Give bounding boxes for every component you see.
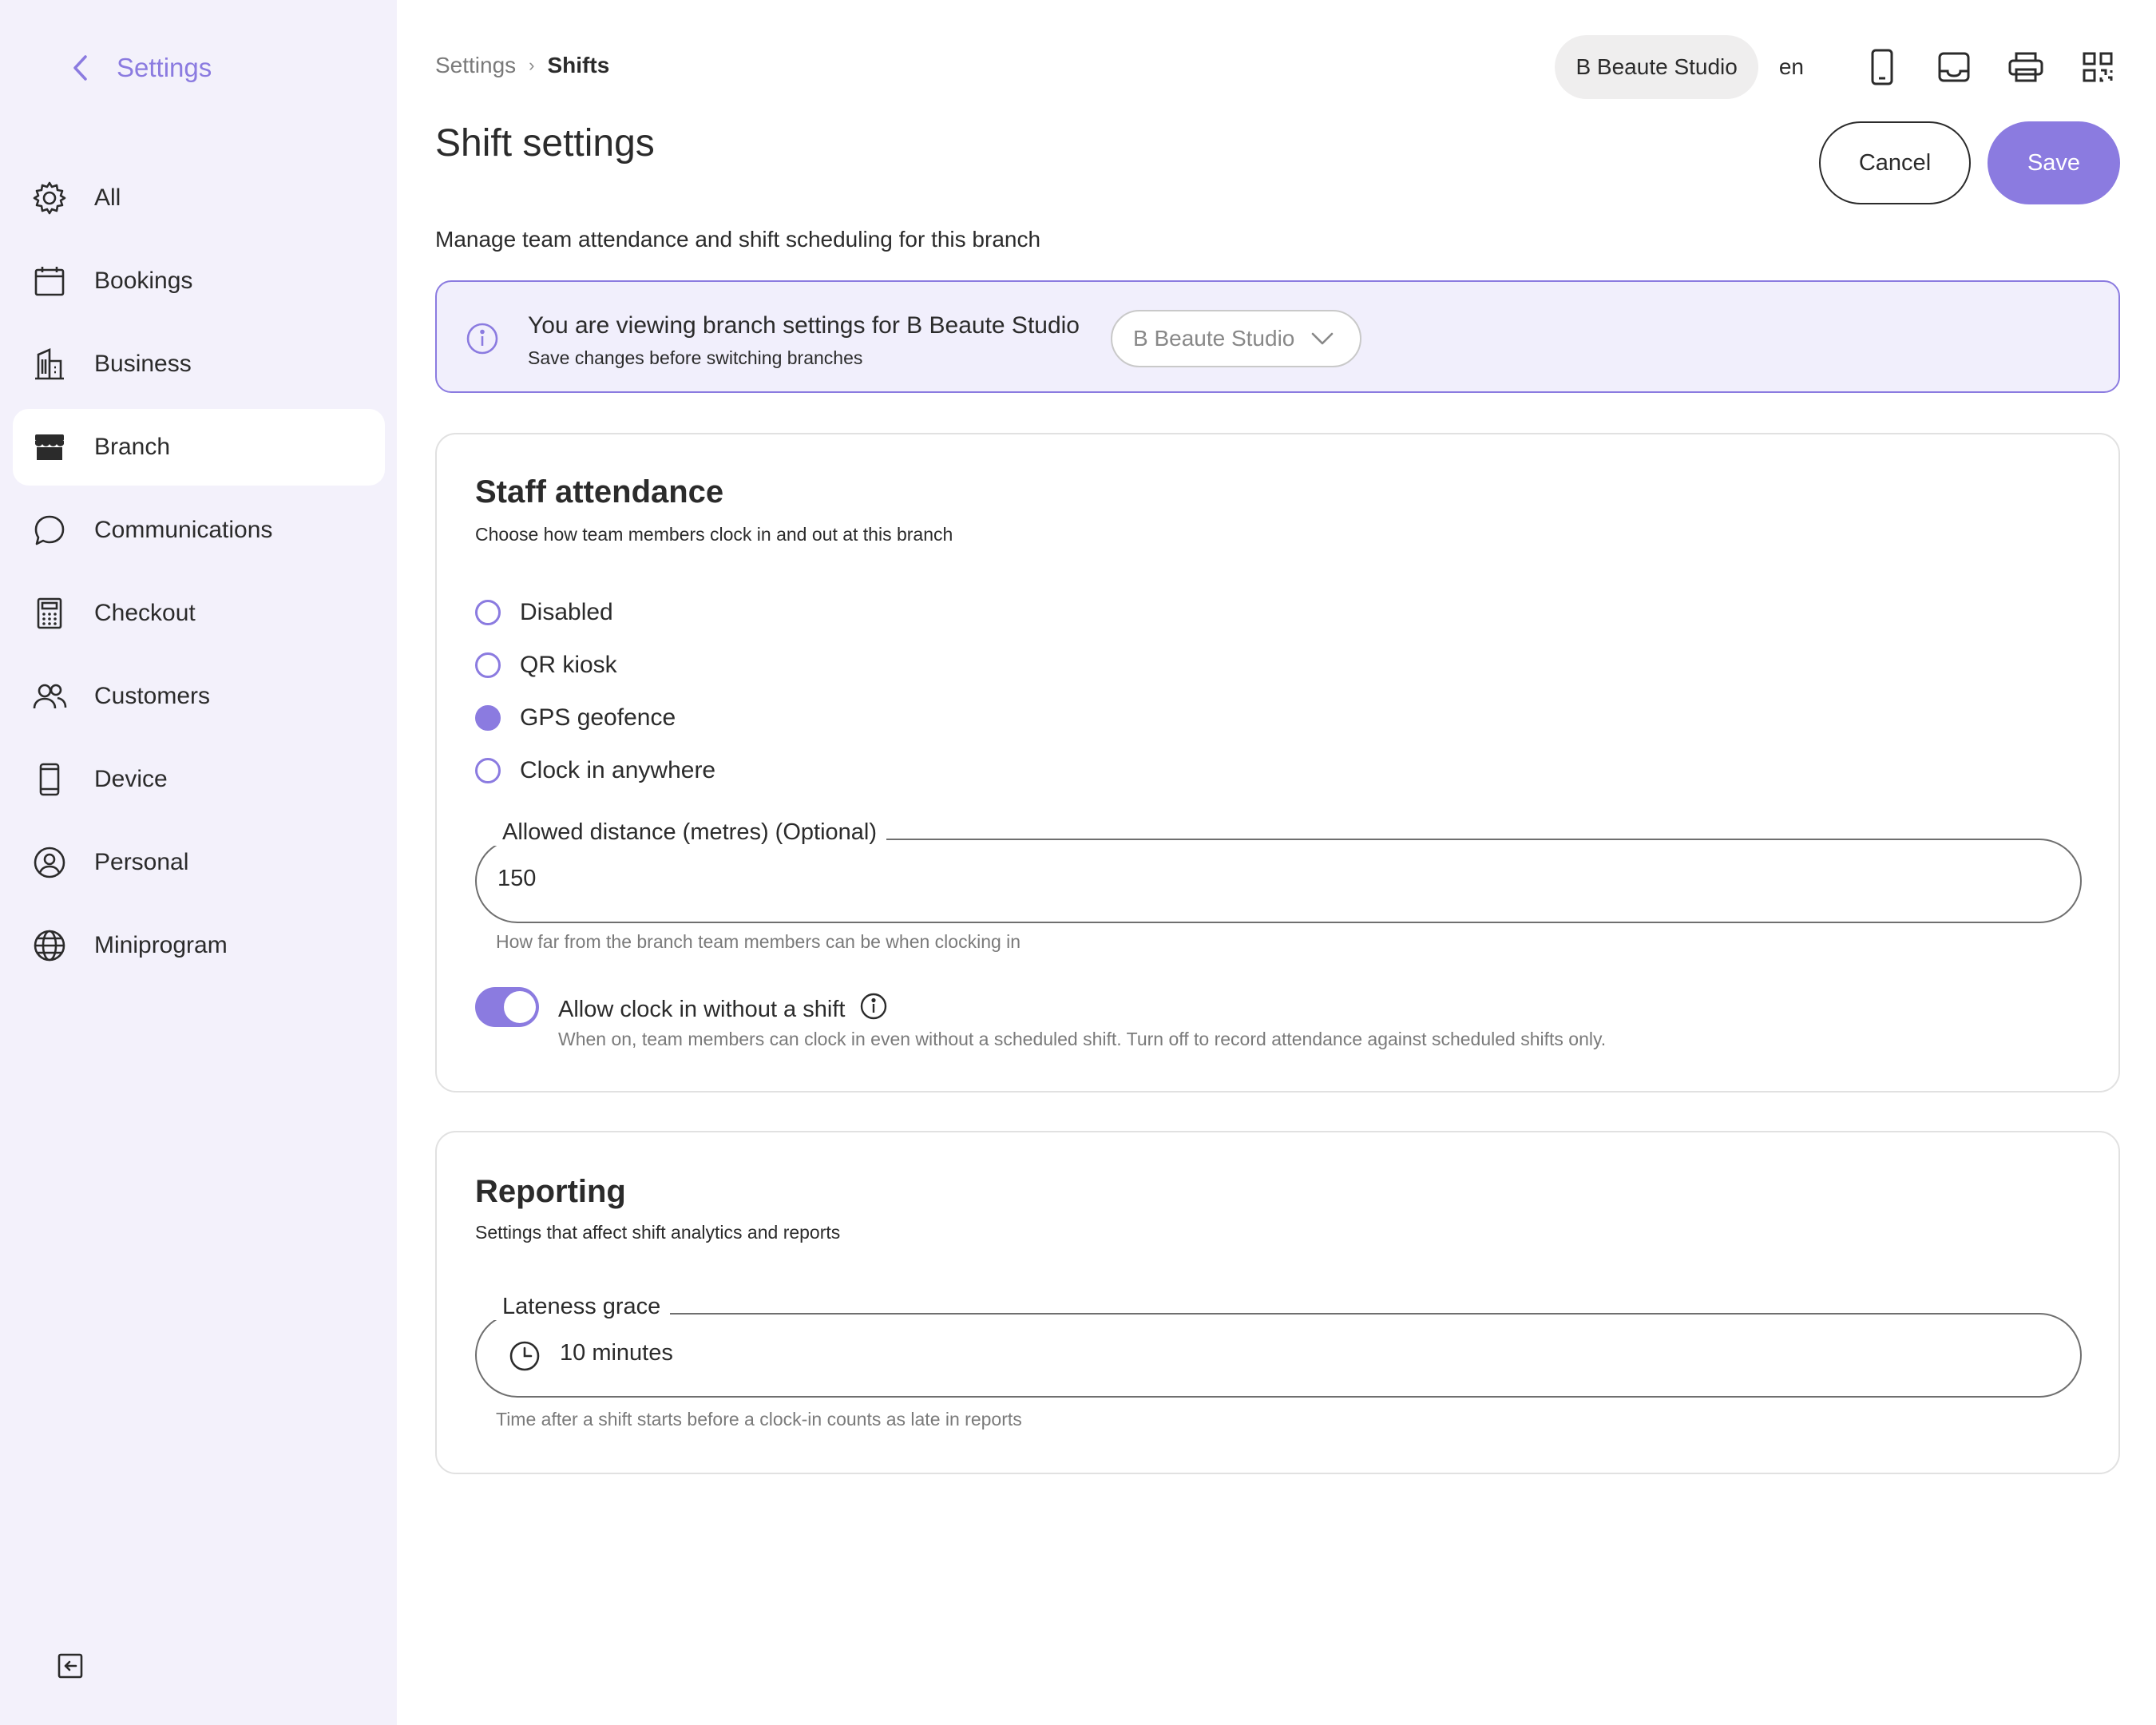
- chevron-left-icon: [65, 52, 97, 84]
- radio-label: Disabled: [520, 599, 613, 625]
- sidebar-item-miniprogram[interactable]: Miniprogram: [13, 907, 385, 984]
- allowed-distance-input[interactable]: 150: [497, 866, 536, 892]
- sidebar-item-label: Personal: [94, 849, 189, 875]
- calendar-icon: [32, 264, 67, 299]
- sidebar-item-label: Branch: [94, 434, 171, 460]
- chevron-down-icon: [1310, 326, 1334, 351]
- lateness-grace-value: 10 minutes: [560, 1340, 673, 1366]
- breadcrumb-current: Shifts: [547, 53, 610, 77]
- calculator-icon: [32, 596, 67, 631]
- mobile-icon[interactable]: [1860, 45, 1904, 89]
- radio-button[interactable]: [475, 600, 501, 625]
- toggle-helper-text: When on, team members can clock in even …: [558, 1029, 1607, 1049]
- sidebar-item-label: All: [94, 184, 121, 211]
- user-circle-icon: [32, 845, 67, 880]
- settings-back-button[interactable]: Settings: [26, 34, 257, 102]
- clock-icon: [509, 1340, 541, 1372]
- sidebar-item-device[interactable]: Device: [13, 741, 385, 818]
- info-icon: [466, 322, 499, 355]
- toggle-knob: [504, 991, 536, 1023]
- sidebar-item-label: Customers: [94, 683, 211, 709]
- radio-option-disabled[interactable]: Disabled: [475, 599, 613, 626]
- sidebar-item-bookings[interactable]: Bookings: [13, 243, 385, 319]
- allow-clock-in-toggle[interactable]: [475, 987, 539, 1027]
- card-subtitle: Settings that affect shift analytics and…: [475, 1222, 841, 1243]
- radio-label: GPS geofence: [520, 704, 676, 731]
- radio-button[interactable]: [475, 652, 501, 678]
- banner-hint: Save changes before switching branches: [528, 347, 863, 368]
- card-subtitle: Choose how team members clock in and out…: [475, 524, 953, 545]
- staff-attendance-card: Staff attendance Choose how team members…: [435, 433, 2120, 1092]
- sidebar-item-label: Bookings: [94, 268, 193, 294]
- allowed-distance-field[interactable]: Allowed distance (metres) (Optional) 150: [475, 819, 2082, 923]
- building-icon: [32, 347, 67, 382]
- reporting-card: Reporting Settings that affect shift ana…: [435, 1131, 2120, 1474]
- sidebar-item-checkout[interactable]: Checkout: [13, 575, 385, 652]
- field-helper-text: How far from the branch team members can…: [496, 931, 1021, 952]
- printer-icon[interactable]: [2003, 45, 2048, 89]
- mobile-icon: [32, 762, 67, 797]
- branch-chip[interactable]: B Beaute Studio: [1555, 35, 1758, 99]
- card-title: Staff attendance: [475, 474, 724, 510]
- page-description: Manage team attendance and shift schedul…: [435, 227, 1041, 252]
- sidebar: Settings All Bookings Business Branch Co…: [0, 0, 397, 1725]
- sidebar-item-label: Business: [94, 351, 192, 377]
- sidebar-item-label: Communications: [94, 517, 273, 543]
- inbox-icon[interactable]: [1932, 45, 1976, 89]
- radio-option-qr-kiosk[interactable]: QR kiosk: [475, 652, 617, 679]
- branch-select-value: B Beaute Studio: [1133, 326, 1295, 351]
- sidebar-item-business[interactable]: Business: [13, 326, 385, 402]
- sidebar-item-communications[interactable]: Communications: [13, 492, 385, 569]
- banner-message: You are viewing branch settings for B Be…: [528, 312, 1080, 339]
- radio-button-selected[interactable]: [475, 705, 501, 731]
- page-title: Shift settings: [435, 122, 655, 165]
- sidebar-title: Settings: [117, 53, 212, 82]
- sidebar-nav: All Bookings Business Branch Communicati…: [13, 160, 385, 990]
- field-label: Lateness grace: [493, 1294, 671, 1320]
- lateness-grace-select[interactable]: Lateness grace 10 minutes: [475, 1294, 2082, 1398]
- sidebar-item-label: Checkout: [94, 600, 196, 626]
- card-title: Reporting: [475, 1174, 626, 1209]
- chat-bubble-icon: [32, 513, 67, 548]
- toggle-label-row: Allow clock in without a shift: [558, 992, 888, 1027]
- field-helper-text: Time after a shift starts before a clock…: [496, 1409, 1022, 1430]
- branch-info-banner: You are viewing branch settings for B Be…: [435, 280, 2120, 393]
- breadcrumb: Settings › Shifts: [435, 53, 609, 78]
- users-icon: [32, 679, 67, 714]
- sidebar-item-all[interactable]: All: [13, 160, 385, 236]
- qr-code-icon[interactable]: [2075, 45, 2120, 89]
- sidebar-item-branch[interactable]: Branch: [13, 409, 385, 486]
- collapse-icon: [57, 1652, 84, 1683]
- collapse-sidebar-button[interactable]: [40, 1637, 101, 1698]
- sidebar-item-personal[interactable]: Personal: [13, 824, 385, 901]
- branch-select[interactable]: B Beaute Studio: [1111, 310, 1361, 367]
- breadcrumb-separator: ›: [529, 55, 535, 75]
- field-label: Allowed distance (metres) (Optional): [493, 819, 887, 846]
- radio-option-gps-geofence[interactable]: GPS geofence: [475, 704, 676, 732]
- globe-icon: [32, 928, 67, 963]
- language-selector[interactable]: en: [1779, 54, 1804, 80]
- radio-option-clock-in-anywhere[interactable]: Clock in anywhere: [475, 757, 715, 784]
- radio-label: Clock in anywhere: [520, 757, 716, 783]
- toggle-label: Allow clock in without a shift: [558, 996, 846, 1022]
- save-button[interactable]: Save: [1988, 121, 2120, 204]
- sidebar-item-label: Device: [94, 766, 168, 792]
- cancel-button[interactable]: Cancel: [1819, 121, 1971, 204]
- info-icon[interactable]: [859, 992, 888, 1027]
- breadcrumb-settings-link[interactable]: Settings: [435, 53, 516, 78]
- sidebar-item-label: Miniprogram: [94, 932, 228, 958]
- store-icon: [32, 430, 67, 465]
- radio-button[interactable]: [475, 758, 501, 783]
- gear-icon: [32, 180, 67, 216]
- radio-label: QR kiosk: [520, 652, 617, 678]
- sidebar-item-customers[interactable]: Customers: [13, 658, 385, 735]
- top-bar: B Beaute Studio en: [1555, 35, 2120, 99]
